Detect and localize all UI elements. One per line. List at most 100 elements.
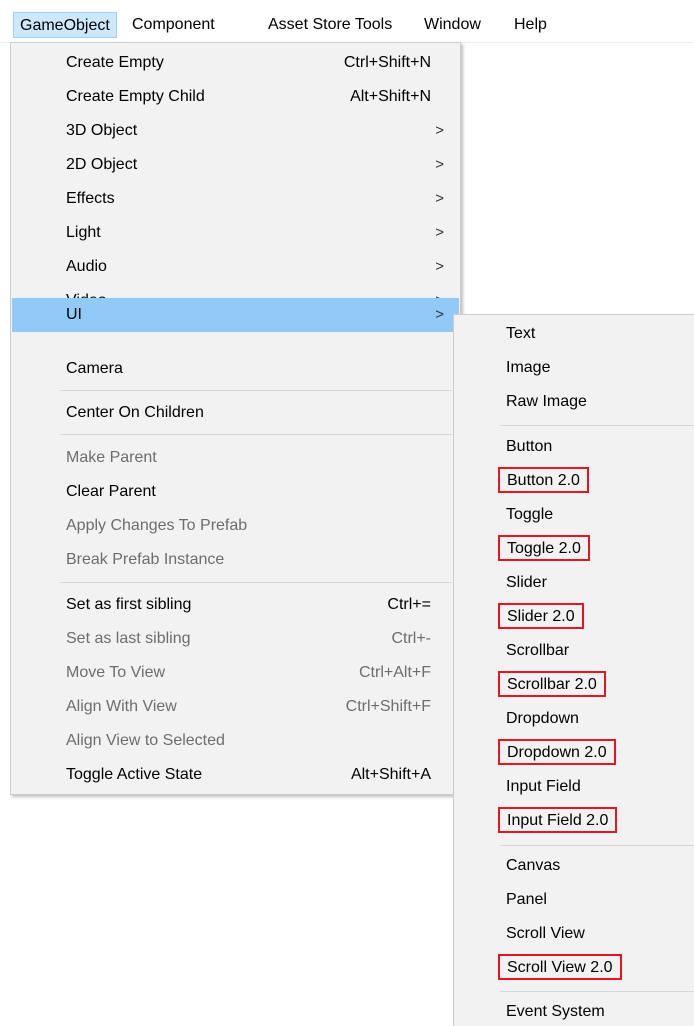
menu-item-label: Effects	[66, 190, 115, 207]
menu-item-label: Camera	[66, 360, 123, 377]
menu-item-camera[interactable]: Camera	[11, 353, 460, 385]
highlighted-menu-item-label: Slider 2.0	[498, 603, 584, 629]
menu-item-label: Make Parent	[66, 449, 157, 466]
menu-item-label: Set as first sibling	[66, 596, 192, 613]
chevron-right-icon: >	[435, 224, 444, 241]
menu-component[interactable]: Component	[126, 12, 221, 38]
submenu-item-scroll-view-2[interactable]: Scroll View 2.0	[454, 952, 694, 984]
menu-item-label: Set as last sibling	[66, 630, 191, 647]
menu-bar: GameObject Component Asset Store Tools W…	[0, 0, 694, 43]
chevron-right-icon: >	[435, 156, 444, 173]
submenu-item-panel[interactable]: Panel	[454, 884, 694, 916]
shortcut-text: Ctrl+-	[391, 630, 431, 647]
menu-item-label: Center On Children	[66, 404, 204, 421]
menu-item-label: Event System	[506, 1003, 605, 1020]
submenu-item-event-system[interactable]: Event System	[454, 996, 694, 1026]
menu-item-label: Raw Image	[506, 393, 587, 410]
menu-separator	[60, 434, 452, 435]
chevron-right-icon: >	[435, 190, 444, 207]
highlighted-menu-item-label: Scroll View 2.0	[498, 954, 622, 980]
menu-item-label: Break Prefab Instance	[66, 551, 225, 568]
submenu-item-text[interactable]: Text	[454, 318, 694, 350]
chevron-right-icon: >	[435, 122, 444, 139]
menu-help[interactable]: Help	[508, 12, 553, 38]
menu-item-set-last-sibling: Set as last sibling Ctrl+-	[11, 623, 460, 655]
menu-item-light[interactable]: Light >	[11, 217, 460, 249]
highlighted-menu-item-label: Button 2.0	[498, 467, 589, 493]
submenu-item-image[interactable]: Image	[454, 352, 694, 384]
menu-gameobject[interactable]: GameObject	[13, 12, 117, 38]
menu-item-make-parent: Make Parent	[11, 442, 460, 474]
submenu-item-button[interactable]: Button	[454, 431, 694, 463]
menu-separator	[60, 390, 452, 391]
submenu-item-dropdown[interactable]: Dropdown	[454, 703, 694, 735]
menu-item-audio[interactable]: Audio >	[11, 251, 460, 283]
menu-item-3d-object[interactable]: 3D Object >	[11, 115, 460, 147]
menu-item-create-empty[interactable]: Create Empty Ctrl+Shift+N	[11, 47, 460, 79]
submenu-item-scroll-view[interactable]: Scroll View	[454, 918, 694, 950]
menu-separator	[500, 991, 694, 992]
shortcut-text: Alt+Shift+N	[350, 88, 431, 105]
menu-item-create-empty-child[interactable]: Create Empty Child Alt+Shift+N	[11, 81, 460, 113]
menu-separator	[60, 582, 452, 583]
submenu-item-button-2[interactable]: Button 2.0	[454, 465, 694, 497]
menu-item-align-with-view: Align With View Ctrl+Shift+F	[11, 691, 460, 723]
menu-item-align-view-to-selected: Align View to Selected	[11, 725, 460, 757]
menu-item-label: Toggle Active State	[66, 766, 203, 783]
submenu-item-canvas[interactable]: Canvas	[454, 850, 694, 882]
unity-editor-screen: GameObject Component Asset Store Tools W…	[0, 0, 694, 1026]
submenu-item-dropdown-2[interactable]: Dropdown 2.0	[454, 737, 694, 769]
menu-separator	[500, 425, 694, 426]
submenu-item-toggle-2[interactable]: Toggle 2.0	[454, 533, 694, 565]
menu-item-move-to-view: Move To View Ctrl+Alt+F	[11, 657, 460, 689]
menu-item-label: Apply Changes To Prefab	[66, 517, 248, 534]
menu-item-label: Clear Parent	[66, 483, 156, 500]
menu-item-label: Align View to Selected	[66, 732, 225, 749]
submenu-item-raw-image[interactable]: Raw Image	[454, 386, 694, 418]
menu-item-label: Align With View	[66, 698, 177, 715]
menu-item-label: UI	[66, 306, 82, 323]
submenu-item-input-field[interactable]: Input Field	[454, 771, 694, 803]
menu-item-toggle-active-state[interactable]: Toggle Active State Alt+Shift+A	[11, 759, 460, 791]
submenu-item-slider-2[interactable]: Slider 2.0	[454, 601, 694, 633]
menu-item-set-first-sibling[interactable]: Set as first sibling Ctrl+=	[11, 589, 460, 621]
gameobject-dropdown: Create Empty Ctrl+Shift+N Create Empty C…	[10, 42, 461, 795]
highlighted-menu-item-label: Input Field 2.0	[498, 807, 618, 833]
menu-item-break-prefab-instance: Break Prefab Instance	[11, 544, 460, 576]
menu-separator	[500, 845, 694, 846]
menu-item-clear-parent[interactable]: Clear Parent	[11, 476, 460, 508]
menu-item-label: Dropdown	[506, 710, 579, 727]
menu-item-ui[interactable]: UI >	[12, 298, 459, 332]
menu-item-effects[interactable]: Effects >	[11, 183, 460, 215]
highlighted-menu-item-label: Toggle 2.0	[498, 535, 590, 561]
shortcut-text: Ctrl+Shift+N	[343, 54, 431, 71]
submenu-item-scrollbar[interactable]: Scrollbar	[454, 635, 694, 667]
menu-asset-store-tools[interactable]: Asset Store Tools	[262, 12, 398, 38]
menu-item-label: Toggle	[506, 506, 554, 523]
menu-item-label: 3D Object	[66, 122, 138, 139]
menu-window[interactable]: Window	[418, 12, 487, 38]
submenu-item-scrollbar-2[interactable]: Scrollbar 2.0	[454, 669, 694, 701]
menu-item-label: Scroll View	[506, 925, 585, 942]
submenu-item-input-field-2[interactable]: Input Field 2.0	[454, 805, 694, 837]
menu-item-label: Button	[506, 438, 553, 455]
menu-item-label: Canvas	[506, 857, 561, 874]
ui-submenu: Text Image Raw Image Button Button 2.0 T…	[453, 314, 694, 1026]
menu-item-2d-object[interactable]: 2D Object >	[11, 149, 460, 181]
menu-item-center-on-children[interactable]: Center On Children	[11, 397, 460, 429]
chevron-right-icon: >	[435, 306, 444, 323]
submenu-item-toggle[interactable]: Toggle	[454, 499, 694, 531]
menu-item-label: Image	[506, 359, 551, 376]
menu-item-label: Input Field	[506, 778, 581, 795]
menu-item-label: Create Empty	[66, 54, 164, 71]
menu-item-label: Text	[506, 325, 536, 342]
menu-item-label: 2D Object	[66, 156, 138, 173]
chevron-right-icon: >	[435, 258, 444, 275]
submenu-item-slider[interactable]: Slider	[454, 567, 694, 599]
menu-item-label: Light	[66, 224, 101, 241]
shortcut-text: Ctrl+Shift+F	[345, 698, 431, 715]
shortcut-text: Ctrl+=	[387, 596, 431, 613]
highlighted-menu-item-label: Dropdown 2.0	[498, 739, 616, 765]
menu-item-label: Scrollbar	[506, 642, 570, 659]
menu-item-label: Create Empty Child	[66, 88, 205, 105]
